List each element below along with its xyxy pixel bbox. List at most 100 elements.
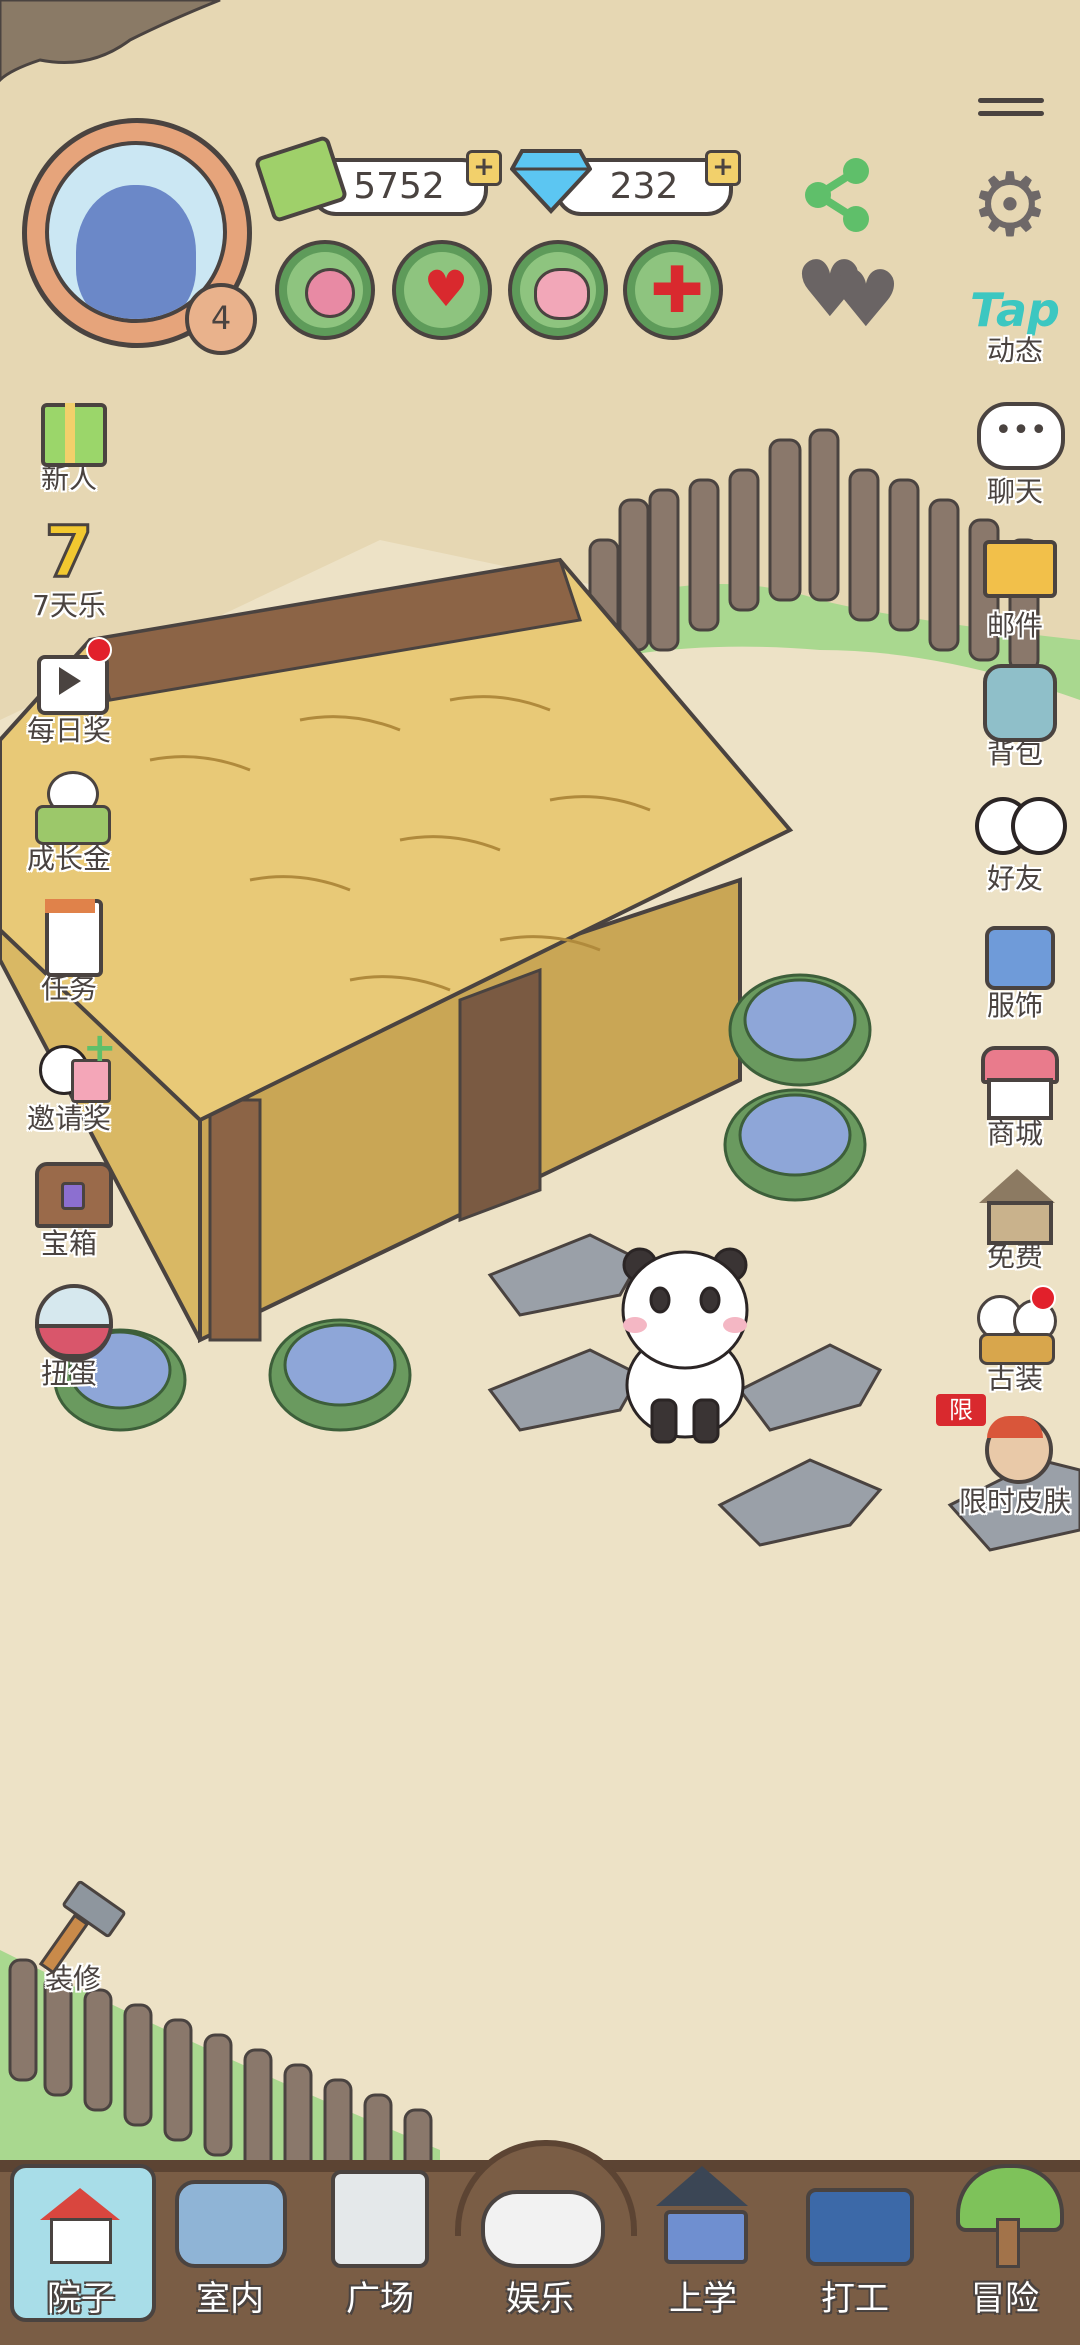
task-label: 任务: [40, 972, 97, 1005]
friends-icon: [973, 785, 1067, 863]
bed-icon: [175, 2180, 287, 2268]
coin-value: 5752: [353, 166, 445, 207]
likes-hearts-icon[interactable]: ♥ ♥: [795, 250, 905, 340]
backpack-label: 背包: [986, 737, 1043, 770]
bear-silhouette-icon: [76, 185, 196, 319]
nav-school-label: 上学: [669, 2279, 737, 2319]
health-stat[interactable]: ✚: [623, 240, 723, 340]
backpack-button[interactable]: 背包: [960, 660, 1070, 780]
hunger-stat[interactable]: [275, 240, 375, 340]
shop-icon: [973, 1040, 1059, 1120]
level-value: 4: [210, 299, 232, 337]
nav-adventure-label: 冒险: [971, 2279, 1039, 2319]
diamond-icon: [510, 149, 592, 214]
palm-trunk: [996, 2218, 1020, 2268]
hammer-icon: [31, 1879, 127, 1975]
gacha-button[interactable]: 扭蛋: [14, 1280, 124, 1400]
backpack-icon: [973, 660, 1057, 742]
chat-label: 聊天: [986, 475, 1043, 508]
decorate-label: 装修: [44, 1962, 101, 1995]
growth-fund-label: 成长金: [26, 842, 111, 875]
ancient-costume-button[interactable]: 古装: [960, 1285, 1070, 1405]
tap-feed-label: 动态: [986, 334, 1043, 367]
mail-icon: [973, 532, 1057, 610]
add-diamonds-plus: +: [712, 152, 734, 182]
limited-skin-button[interactable]: 限 限时皮肤: [936, 1394, 1071, 1528]
avatar[interactable]: 4: [22, 118, 257, 355]
nav-entertainment-label: 娱乐: [506, 2279, 574, 2319]
mail-label: 邮件: [986, 609, 1043, 642]
invite-reward-label: 邀请奖: [26, 1102, 111, 1135]
settings-gear-icon[interactable]: ⚙: [965, 160, 1055, 250]
chat-button[interactable]: ••• 聊天: [960, 398, 1070, 518]
shop-button[interactable]: 商城: [960, 1040, 1070, 1160]
nav-adventure[interactable]: 冒险: [930, 2160, 1080, 2340]
building-icon: [331, 2170, 429, 2268]
yard-scene: [0, 0, 1080, 2345]
heart-icon: ♥: [423, 260, 469, 318]
newbie-label: 新人: [40, 462, 97, 495]
clothes-icon: [973, 912, 1057, 990]
chest-label: 宝箱: [40, 1227, 97, 1260]
menu-icon[interactable]: [978, 98, 1044, 126]
gacha-icon: [27, 1280, 113, 1362]
gamepad-icon: [481, 2190, 605, 2268]
shop-label: 商城: [986, 1117, 1043, 1150]
limited-badge: 限: [936, 1394, 986, 1426]
mood-stat[interactable]: ♥: [392, 240, 492, 340]
seven-days-icon: 7: [43, 511, 95, 594]
diamond-value: 232: [609, 166, 679, 207]
decorate-button[interactable]: 装修: [18, 1879, 128, 2005]
task-button[interactable]: 任务: [14, 895, 124, 1015]
nav-plaza[interactable]: 广场: [305, 2160, 455, 2340]
free-button[interactable]: 免费: [960, 1163, 1070, 1283]
nav-plaza-label: 广场: [346, 2279, 414, 2319]
nav-indoor[interactable]: 室内: [155, 2160, 305, 2340]
add-diamonds-button[interactable]: +: [705, 150, 741, 186]
free-house-icon: [973, 1163, 1057, 1245]
seven-days-button[interactable]: 7 7天乐: [14, 511, 124, 632]
invite-reward-button[interactable]: + 邀请奖: [14, 1025, 124, 1145]
brain-stat[interactable]: [508, 240, 608, 340]
clothes-label: 服饰: [986, 989, 1043, 1022]
ancient-costume-label: 古装: [986, 1362, 1043, 1395]
yard-house-icon: [40, 2188, 120, 2264]
friends-label: 好友: [986, 862, 1043, 895]
mail-button[interactable]: 邮件: [960, 532, 1070, 652]
invite-icon: +: [27, 1025, 117, 1103]
growth-fund-button[interactable]: 成长金: [14, 765, 124, 885]
nav-school[interactable]: 上学: [628, 2160, 778, 2340]
briefcase-icon: [806, 2188, 914, 2266]
newbie-button[interactable]: 新人: [14, 385, 124, 505]
task-icon: [27, 895, 111, 977]
add-coins-plus: +: [473, 152, 495, 182]
chat-icon: •••: [973, 398, 1065, 476]
chest-button[interactable]: 宝箱: [14, 1150, 124, 1270]
nav-work[interactable]: 打工: [780, 2160, 930, 2340]
level-badge: 4: [185, 283, 257, 355]
tap-icon: Tap: [970, 283, 1060, 337]
nav-work-label: 打工: [821, 2279, 889, 2319]
seven-days-label: 7天乐: [32, 589, 106, 622]
gacha-label: 扭蛋: [40, 1357, 97, 1390]
clothes-button[interactable]: 服饰: [960, 912, 1070, 1032]
graduation-cap-icon: [656, 2166, 748, 2206]
books-icon: [664, 2210, 748, 2264]
chest-icon: [27, 1150, 113, 1228]
gift-icon: [27, 385, 111, 467]
cross-icon: ✚: [650, 254, 704, 328]
nav-yard[interactable]: 院子: [6, 2160, 156, 2340]
notification-dot: [1030, 1285, 1056, 1311]
tap-feed-button[interactable]: Tap 动态: [960, 285, 1070, 405]
meat-icon: [305, 268, 355, 318]
nav-entertainment[interactable]: 娱乐: [455, 2140, 637, 2340]
friends-button[interactable]: 好友: [960, 785, 1070, 905]
growth-fund-icon: [27, 765, 111, 845]
add-coins-button[interactable]: +: [466, 150, 502, 186]
nav-indoor-label: 室内: [196, 2279, 264, 2319]
share-icon[interactable]: [800, 155, 875, 235]
daily-reward-button[interactable]: 每日奖: [14, 637, 124, 757]
nav-yard-label: 院子: [47, 2279, 115, 2319]
limited-skin-label: 限时皮肤: [958, 1485, 1071, 1518]
daily-reward-label: 每日奖: [26, 714, 111, 747]
